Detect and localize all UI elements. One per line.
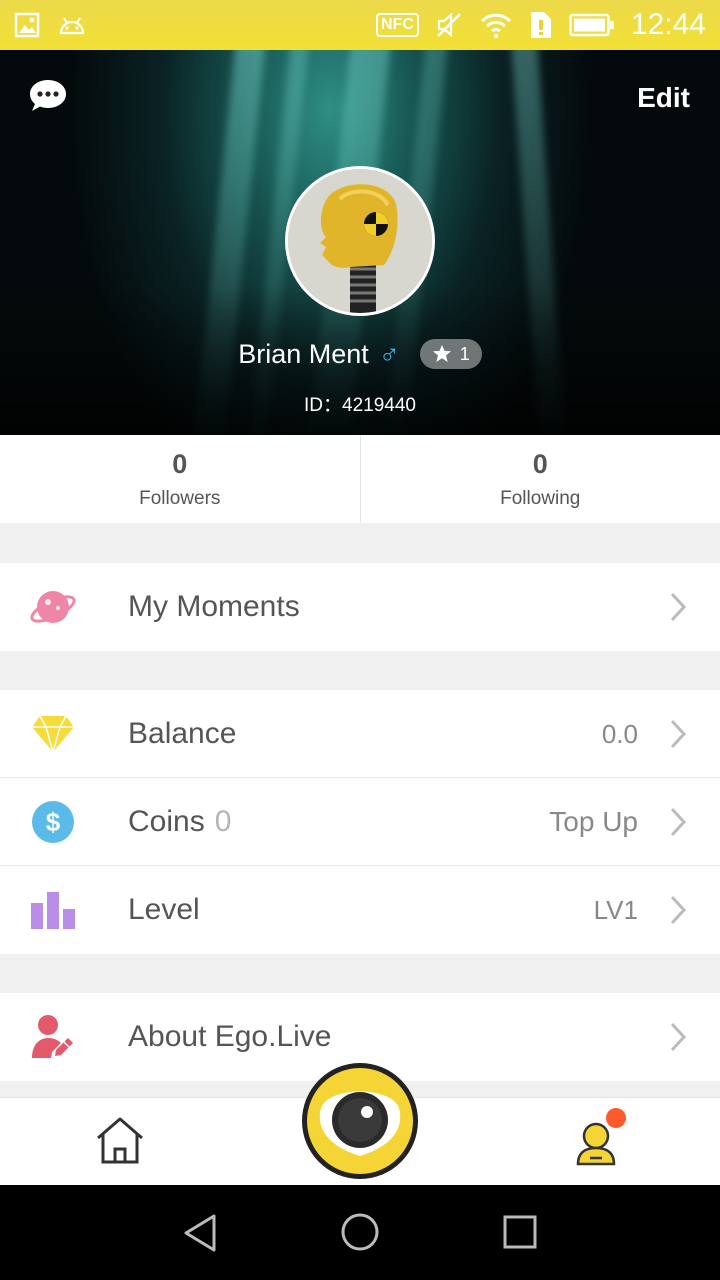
- svg-text:$: $: [46, 807, 61, 837]
- username: Brian Ment: [238, 338, 369, 369]
- home-circle-icon[interactable]: [340, 1212, 380, 1252]
- following-label: Following: [500, 487, 581, 509]
- name-row: Brian Ment ♂ 1: [0, 338, 720, 370]
- clock: 12:44: [630, 8, 706, 41]
- followers-count: 0: [172, 448, 188, 479]
- my-moments-label: My Moments: [128, 590, 300, 623]
- chevron-right-icon: [670, 895, 687, 925]
- coins-row[interactable]: $ Coins 0 Top Up: [0, 778, 720, 866]
- home-icon[interactable]: [94, 1116, 146, 1166]
- following-stat[interactable]: 0 Following: [359, 435, 720, 523]
- status-bar: NFC 12:44: [0, 0, 720, 50]
- followers-stat[interactable]: 0 Followers: [0, 435, 360, 523]
- chevron-right-icon: [670, 1022, 687, 1052]
- planet-icon: [26, 580, 80, 634]
- chevron-right-icon: [670, 592, 687, 622]
- edit-button[interactable]: Edit: [637, 82, 690, 114]
- following-count: 0: [532, 448, 548, 479]
- image-icon: [14, 12, 40, 38]
- level-label: Level: [128, 893, 200, 926]
- notification-dot: [606, 1108, 626, 1128]
- profile-header: Edit Brian Ment ♂ 1 ID：4219440: [0, 50, 720, 435]
- crash-test-dummy-image: [288, 169, 432, 313]
- male-gender-icon: ♂: [378, 338, 400, 369]
- chat-bubble-icon[interactable]: [28, 78, 68, 114]
- diamond-icon: [26, 707, 80, 761]
- user-id: ID：4219440: [304, 395, 416, 416]
- balance-row[interactable]: Balance 0.0: [0, 690, 720, 778]
- balance-label: Balance: [128, 717, 237, 750]
- mute-icon: [437, 12, 461, 38]
- followers-label: Followers: [139, 487, 221, 509]
- level-value: LV1: [593, 894, 638, 925]
- level-badge: 1: [419, 339, 482, 369]
- top-up-link[interactable]: Top Up: [549, 806, 638, 838]
- coins-label: Coins: [128, 805, 205, 838]
- wifi-icon: [480, 13, 511, 39]
- about-label: About Ego.Live: [128, 1020, 332, 1053]
- profile-icon[interactable]: [574, 1106, 630, 1166]
- system-nav-bar: [0, 1185, 720, 1280]
- level-row[interactable]: Level LV1: [0, 866, 720, 954]
- chevron-right-icon: [670, 807, 687, 837]
- live-camera-button[interactable]: [299, 1060, 421, 1182]
- bar-chart-icon: [26, 883, 80, 937]
- my-moments-row[interactable]: My Moments: [0, 563, 720, 651]
- back-icon[interactable]: [182, 1213, 218, 1253]
- avatar[interactable]: [285, 166, 435, 316]
- nfc-icon: NFC: [376, 13, 419, 37]
- profile-screen: NFC 12:44 Edit Brian Ment ♂ 1 ID：4219440…: [0, 0, 720, 1280]
- dollar-coin-icon: $: [26, 795, 80, 849]
- balance-value: 0.0: [601, 718, 638, 749]
- follow-stats: 0 Followers 0 Following: [0, 435, 720, 523]
- level-badge-value: 1: [459, 343, 470, 364]
- recent-apps-icon[interactable]: [503, 1215, 537, 1249]
- star-icon: [432, 345, 451, 362]
- sim-alert-icon: [530, 12, 551, 38]
- bottom-nav: [0, 1063, 720, 1185]
- battery-icon: [569, 13, 614, 37]
- chevron-right-icon: [670, 719, 687, 749]
- user-edit-icon: [26, 1010, 80, 1064]
- coins-count: 0: [214, 805, 232, 838]
- android-icon: [59, 17, 85, 35]
